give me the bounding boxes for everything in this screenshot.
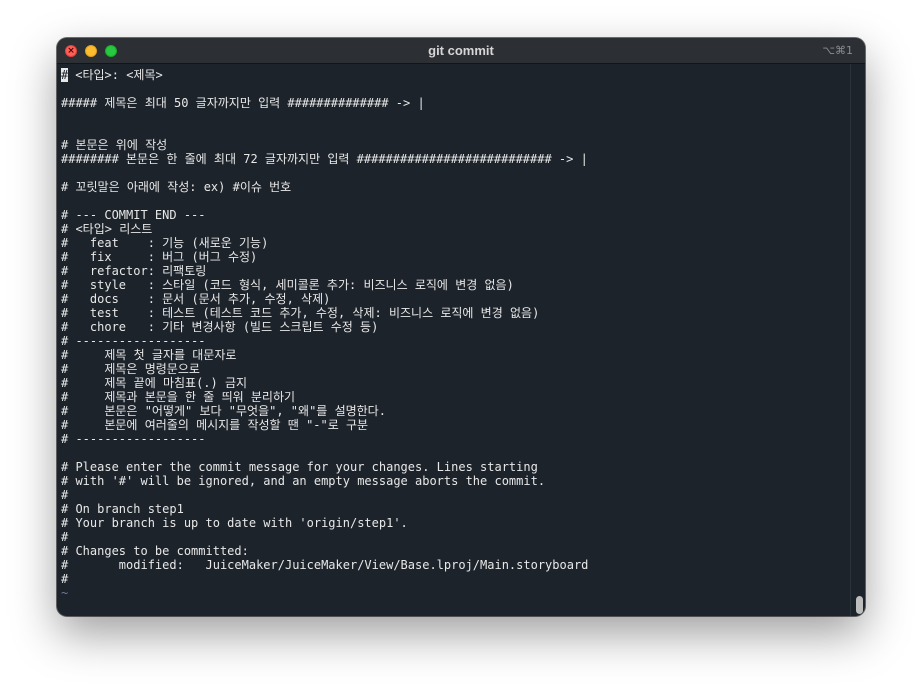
terminal-line: # refactor: 리팩토링	[61, 264, 207, 278]
terminal-line: # Your branch is up to date with 'origin…	[61, 516, 408, 530]
terminal-line: # feat : 기능 (새로운 기능)	[61, 236, 269, 250]
terminal-line: # 제목은 명령문으로	[61, 362, 200, 376]
terminal-line: # with '#' will be ignored, and an empty…	[61, 474, 546, 488]
scrollbar-thumb[interactable]	[856, 596, 863, 614]
empty-buffer-tilde: ~	[61, 586, 69, 600]
terminal-line: # ------------------	[61, 334, 206, 348]
title-bar: × git commit ⌥⌘1	[57, 38, 865, 64]
terminal-line: # Changes to be committed:	[61, 544, 249, 558]
terminal-line: # 제목 끝에 마침표(.) 금지	[61, 376, 248, 390]
terminal-window: × git commit ⌥⌘1 # <타입>: <제목> ##### 제목은 …	[57, 38, 865, 616]
terminal-line: # <타입>: <제목>	[61, 68, 163, 82]
terminal-line-text: <타입>: <제목>	[68, 68, 163, 82]
terminal-line: # On branch step1	[61, 502, 184, 516]
terminal-line: # 꼬릿말은 아래에 작성: ex) #이슈 번호	[61, 180, 292, 194]
terminal-line: # 제목 첫 글자를 대문자로	[61, 348, 237, 362]
terminal-line: # Please enter the commit message for yo…	[61, 460, 538, 474]
window-shortcut: ⌥⌘1	[822, 44, 853, 57]
terminal-line: # --- COMMIT END ---	[61, 208, 206, 222]
terminal-content[interactable]: # <타입>: <제목> ##### 제목은 최대 50 글자까지만 입력 ##…	[61, 68, 849, 608]
terminal-line: # modified: JuiceMaker/JuiceMaker/View/B…	[61, 558, 589, 572]
text-cursor: #	[61, 68, 69, 82]
terminal-line: # 본문에 여러줄의 메시지를 작성할 땐 "-"로 구분	[61, 418, 369, 432]
terminal-line: #	[61, 572, 69, 586]
terminal-line: # fix : 버그 (버그 수정)	[61, 250, 258, 264]
terminal-line: #	[61, 530, 69, 544]
terminal-line: #	[61, 488, 69, 502]
terminal-line: # <타입> 리스트	[61, 222, 153, 236]
terminal-line: # style : 스타일 (코드 형식, 세미콜론 추가: 비즈니스 로직에 …	[61, 278, 514, 292]
window-title: git commit	[428, 43, 494, 58]
terminal-line: # 제목과 본문을 한 줄 띄워 분리하기	[61, 390, 296, 404]
terminal-line: # ------------------	[61, 432, 206, 446]
terminal-line: ##### 제목은 최대 50 글자까지만 입력 ############## …	[61, 96, 425, 110]
scroll-gutter	[850, 64, 851, 616]
terminal-line: # chore : 기타 변경사항 (빌드 스크립트 수정 등)	[61, 320, 379, 334]
terminal-line: # docs : 문서 (문서 추가, 수정, 삭제)	[61, 292, 331, 306]
terminal-line: ######## 본문은 한 줄에 최대 72 글자까지만 입력 #######…	[61, 152, 588, 166]
terminal-line: # 본문은 "어떻게" 보다 "무엇을", "왜"를 설명한다.	[61, 404, 386, 418]
terminal-line: # test : 테스트 (테스트 코드 추가, 수정, 삭제: 비즈니스 로직…	[61, 306, 540, 320]
terminal-line: # 본문은 위에 작성	[61, 138, 168, 152]
